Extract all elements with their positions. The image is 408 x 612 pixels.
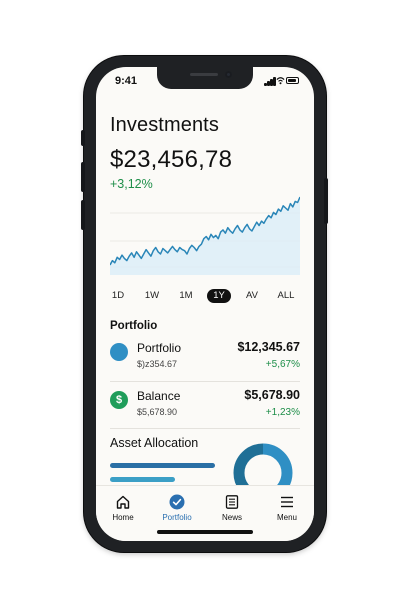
row-name: Portfolio [137, 341, 182, 355]
status-bar: 9:41 [96, 67, 314, 97]
divider [110, 428, 300, 429]
row-change: +5,67% [265, 359, 300, 370]
time-range-selector: 1D 1W 1M 1Y AV ALL [106, 289, 306, 305]
range-av-button[interactable]: AV [240, 289, 264, 303]
wifi-icon [276, 77, 285, 85]
check-circle-icon [169, 494, 185, 510]
menu-icon [281, 496, 293, 508]
row-subtitle: $5,678.90 [137, 407, 178, 417]
list-item-portfolio[interactable]: Portfolio $)z354.67 $12,345.67 +5,67% [110, 337, 300, 377]
speaker-grille [190, 73, 218, 76]
battery-icon [286, 77, 299, 84]
volume-down-button [81, 200, 85, 230]
row-change: +1,23% [265, 407, 300, 418]
range-all-button[interactable]: ALL [272, 289, 300, 303]
home-indicator[interactable] [157, 530, 253, 534]
tab-label: Portfolio [162, 513, 192, 522]
app-screen: 9:41 Investments $23,456,78 +3,12% 1D 1W 1… [96, 67, 314, 541]
status-icons [264, 76, 300, 86]
allocation-bar [110, 477, 175, 482]
divider [110, 381, 300, 382]
row-subtitle: $)z354.67 [137, 359, 178, 369]
front-camera [225, 71, 232, 78]
portfolio-section-title: Portfolio [110, 320, 158, 332]
range-1m-button[interactable]: 1M [174, 289, 198, 303]
list-item-balance[interactable]: $ Balance $5,678.90 $5,678.90 +1,23% [110, 385, 300, 425]
circle-icon [110, 343, 128, 361]
tab-home[interactable]: Home [96, 486, 150, 526]
tab-label: Menu [276, 513, 297, 522]
notch [157, 67, 253, 89]
tab-label: News [221, 513, 242, 522]
power-button [324, 178, 328, 224]
tab-portfolio[interactable]: Portfolio [150, 486, 204, 526]
row-amount: $5,678.90 [244, 388, 300, 402]
news-icon [225, 495, 239, 509]
range-1w-button[interactable]: 1W [140, 289, 164, 303]
performance-chart[interactable] [110, 183, 300, 279]
tab-menu[interactable]: Menu [260, 486, 314, 526]
mute-switch [81, 130, 85, 146]
tab-news[interactable]: News [205, 486, 259, 526]
row-amount: $12,345.67 [237, 340, 300, 354]
home-icon [116, 495, 130, 509]
tab-label: Home [112, 513, 134, 522]
volume-up-button [81, 162, 85, 192]
asset-allocation-title: Asset Allocation [110, 436, 199, 450]
status-time: 9:41 [115, 75, 138, 87]
allocation-bar [110, 463, 215, 468]
range-1d-button[interactable]: 1D [106, 289, 130, 303]
page-title: Investments [110, 114, 219, 136]
chart-area-fill [110, 197, 300, 275]
row-name: Balance [137, 389, 181, 403]
total-value: $23,456,78 [110, 146, 233, 173]
range-1y-button[interactable]: 1Y [207, 289, 231, 303]
dollar-icon: $ [110, 391, 128, 409]
